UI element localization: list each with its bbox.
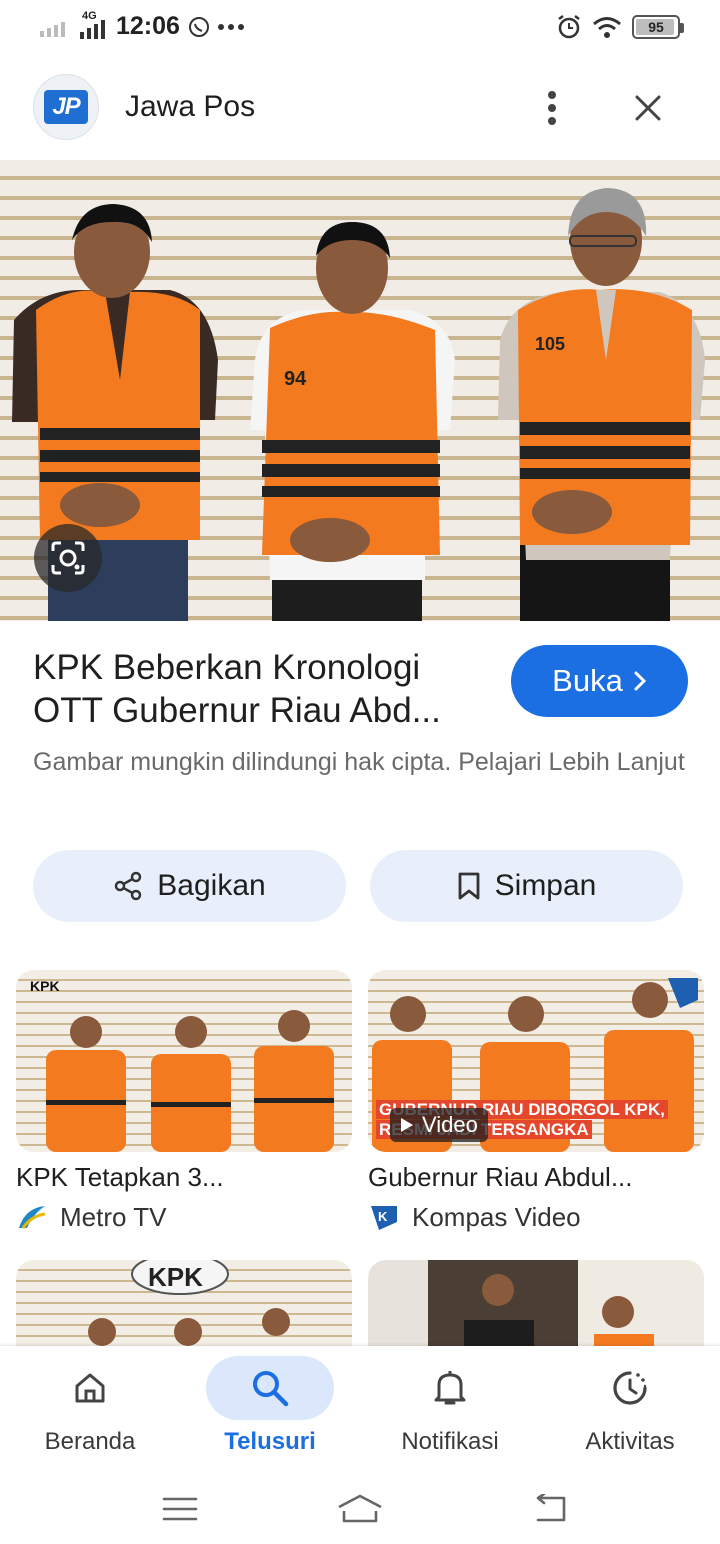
- nav-home-label: Beranda: [44, 1428, 136, 1455]
- video-badge-label: Video: [422, 1112, 478, 1137]
- article-headline[interactable]: KPK Beberkan Kronologi OTT Gubernur Riau…: [33, 646, 483, 732]
- chevron-right-icon: [634, 671, 646, 691]
- preview-image[interactable]: 94 105: [0, 160, 720, 621]
- svg-text:94: 94: [284, 368, 307, 390]
- nav-notifications-label: Notifikasi: [401, 1428, 499, 1455]
- status-bar: 4G 12:06 95: [0, 0, 720, 58]
- source-header: JP Jawa Pos: [0, 72, 720, 144]
- image-search-button[interactable]: [34, 524, 102, 592]
- logo-mark: JP: [44, 90, 88, 124]
- menu-icon: [162, 1497, 198, 1521]
- clock: 12:06: [116, 12, 180, 40]
- signal-icon: 4G: [78, 10, 108, 40]
- bell-icon: [434, 1371, 466, 1405]
- save-label: Simpan: [494, 869, 597, 902]
- more-options-button[interactable]: [528, 84, 576, 132]
- search-icon: [253, 1371, 289, 1407]
- site-name[interactable]: Jawa Pos: [125, 90, 255, 124]
- kpk-tag: KPK: [30, 978, 60, 994]
- kpk-sign: KPK: [148, 1262, 203, 1292]
- battery-indicator: 95: [632, 15, 684, 39]
- related-source-name: Kompas Video: [412, 1201, 581, 1232]
- nav-notifications[interactable]: Notifikasi: [360, 1356, 540, 1466]
- battery-level: 95: [648, 19, 664, 35]
- copyright-notice[interactable]: Gambar mungkin dilindungi hak cipta. Pel…: [33, 744, 693, 781]
- share-label: Bagikan: [157, 869, 266, 902]
- site-logo[interactable]: JP: [33, 74, 99, 140]
- signal-weak-icon: [40, 21, 65, 37]
- recents-button[interactable]: [150, 1484, 210, 1534]
- more-vert-icon: [548, 91, 556, 125]
- bookmark-icon: [458, 872, 480, 900]
- nav-notifications-pill: [386, 1356, 514, 1420]
- thumbnail-photo: [46, 1010, 334, 1152]
- nav-home[interactable]: Beranda: [0, 1356, 180, 1466]
- kompas-icon: K: [368, 1201, 400, 1233]
- play-icon: [401, 1118, 413, 1132]
- preview-photo: 94 105: [12, 188, 705, 621]
- related-thumbnail[interactable]: KPK: [16, 970, 352, 1152]
- related-title: KPK Tetapkan 3...: [16, 1162, 224, 1192]
- related-source: Metro TV: [16, 1201, 352, 1233]
- related-title: Gubernur Riau Abdul...: [368, 1162, 633, 1192]
- related-result-card[interactable]: KPK KPK Tetapkan 3... Metro TV: [16, 970, 352, 1233]
- svg-text:105: 105: [535, 334, 565, 354]
- video-badge: Video: [390, 1108, 488, 1142]
- system-navigation: [0, 1474, 720, 1544]
- save-button[interactable]: Simpan: [370, 850, 683, 922]
- related-thumbnail[interactable]: GUBERNUR RIAU DIBORGOL KPK, RESMI JADI T…: [368, 970, 704, 1152]
- bottom-navigation: Beranda Telusuri Notifikasi Aktivitas: [0, 1346, 720, 1474]
- alarm-icon: [558, 15, 580, 39]
- metro-tv-icon: [16, 1201, 48, 1233]
- close-icon: [635, 95, 661, 121]
- open-button[interactable]: Buka: [511, 645, 688, 717]
- nav-search-label: Telusuri: [224, 1428, 316, 1455]
- activity-icon: [613, 1371, 647, 1405]
- svg-text:K: K: [378, 1209, 388, 1224]
- whatsapp-icon: [188, 16, 209, 37]
- home-button[interactable]: [330, 1484, 390, 1534]
- close-button[interactable]: [624, 84, 672, 132]
- share-icon: [115, 871, 142, 901]
- related-result-card[interactable]: GUBERNUR RIAU DIBORGOL KPK, RESMI JADI T…: [368, 970, 704, 1233]
- more-notifications-icon: [217, 23, 244, 30]
- home-icon: [75, 1373, 105, 1403]
- nav-home-pill: [26, 1356, 154, 1420]
- nav-search[interactable]: Telusuri: [180, 1356, 360, 1466]
- open-button-label: Buka: [552, 663, 623, 698]
- nav-search-pill: [206, 1356, 334, 1420]
- wifi-icon: [593, 17, 621, 38]
- nav-activity-label: Aktivitas: [585, 1428, 675, 1455]
- nav-activity-pill: [566, 1356, 694, 1420]
- back-button[interactable]: [520, 1484, 580, 1534]
- lens-icon: [51, 541, 85, 575]
- back-icon: [536, 1494, 566, 1522]
- share-button[interactable]: Bagikan: [33, 850, 346, 922]
- related-source-name: Metro TV: [60, 1201, 167, 1232]
- related-source: K Kompas Video: [368, 1201, 704, 1233]
- home-outline-icon: [338, 1494, 382, 1523]
- nav-activity[interactable]: Aktivitas: [540, 1356, 720, 1466]
